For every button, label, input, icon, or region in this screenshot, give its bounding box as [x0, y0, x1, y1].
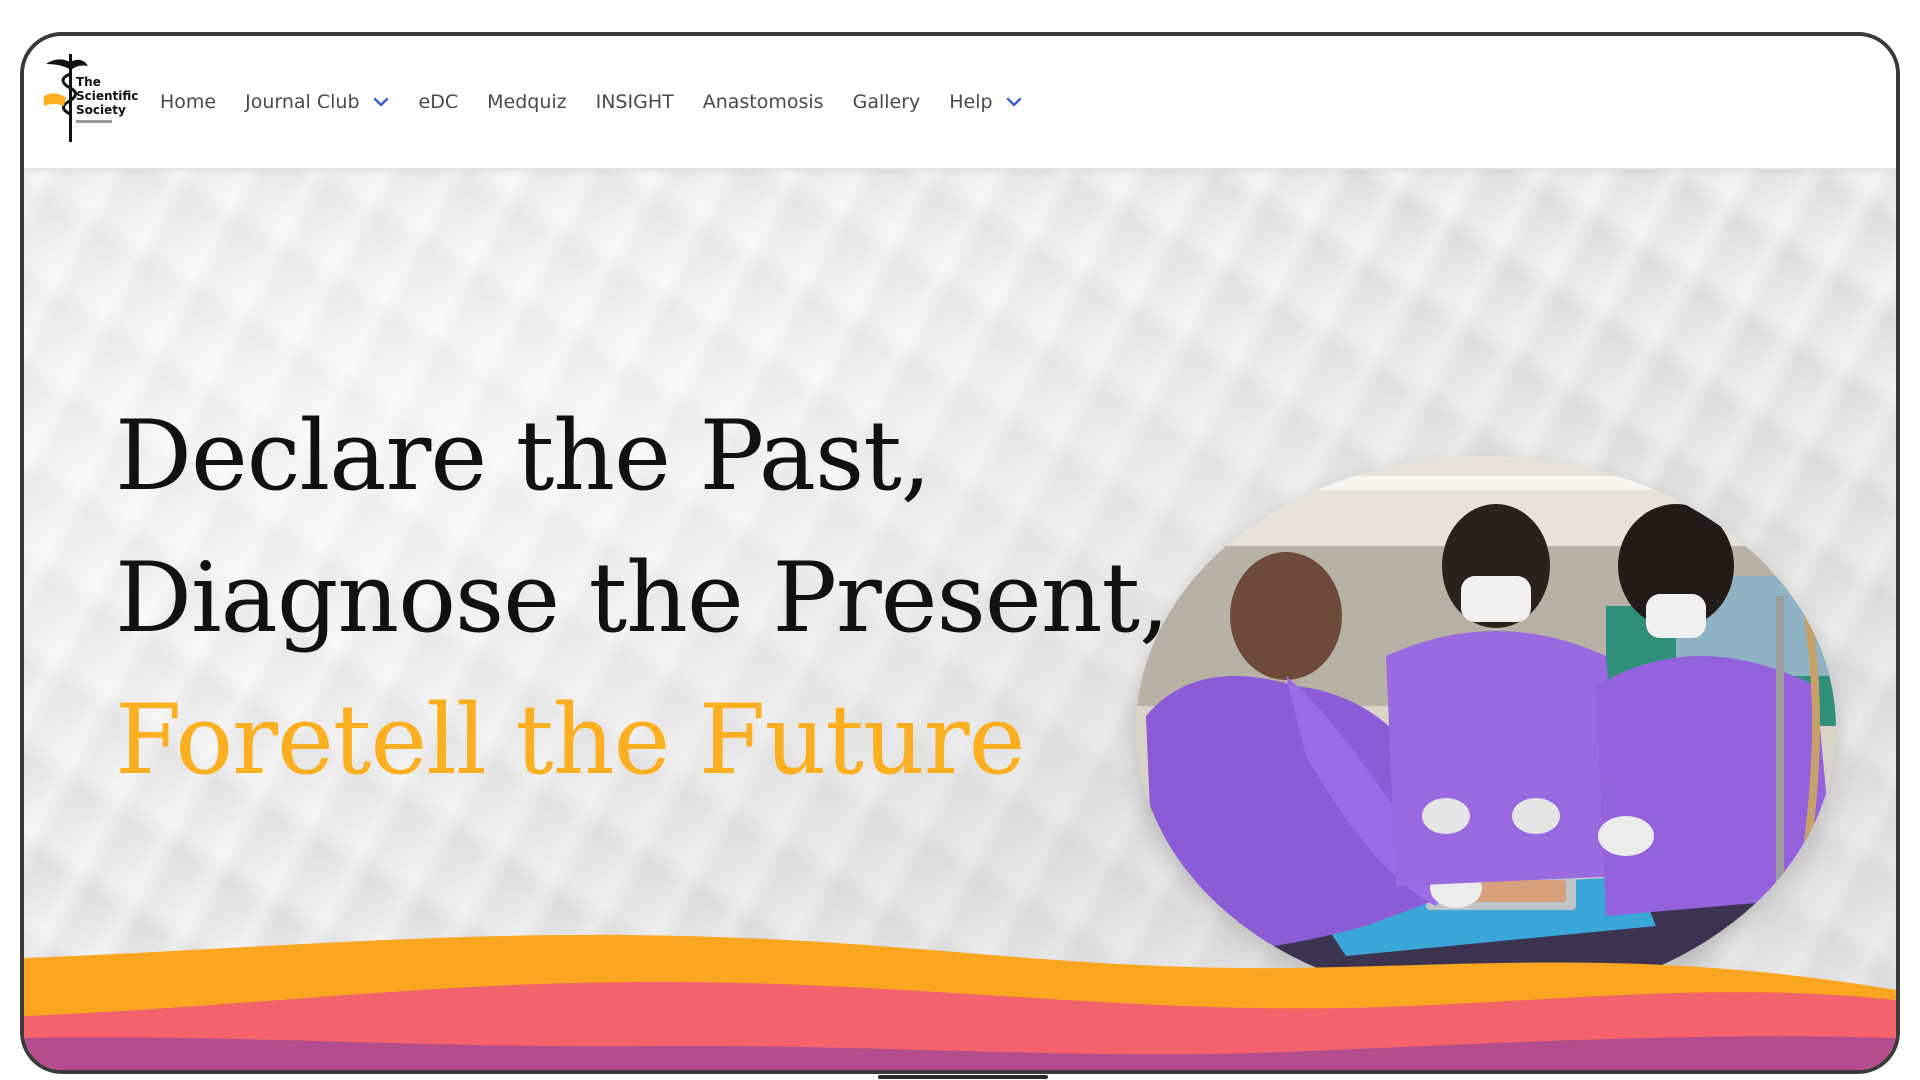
hero-line-3: Foretell the Future: [115, 684, 1025, 796]
nav-home[interactable]: Home: [160, 91, 216, 113]
scrollbar-indicator[interactable]: [878, 1075, 1048, 1079]
nav-anastomosis-label: Anastomosis: [702, 91, 824, 113]
nav-anastomosis[interactable]: Anastomosis: [703, 91, 824, 113]
navbar: The Scientific Society Home Journal Club…: [24, 36, 1896, 170]
hero-section: Declare the Past, Diagnose the Present, …: [24, 170, 1896, 1070]
browser-frame: The Scientific Society Home Journal Club…: [20, 32, 1900, 1074]
hero-line-2: Diagnose the Present,: [115, 542, 1170, 654]
nav-edc[interactable]: eDC: [419, 91, 459, 113]
nav-home-label: Home: [160, 91, 217, 113]
nav-medquiz-label: Medquiz: [487, 91, 567, 113]
logo-text-line2: Scientific: [76, 89, 138, 103]
logo-text-line3: Society: [76, 103, 126, 117]
nav-insight[interactable]: INSIGHT: [596, 91, 674, 113]
nav-edc-label: eDC: [418, 91, 459, 113]
chevron-down-icon[interactable]: [372, 93, 390, 111]
nav-help-label: Help: [949, 91, 993, 113]
hero-line-1: Declare the Past,: [115, 400, 931, 512]
nav-journal-club-label: Journal Club: [245, 91, 360, 113]
chevron-down-icon[interactable]: [1005, 93, 1023, 111]
nav-gallery-label: Gallery: [852, 91, 921, 113]
logo-text-line1: The: [76, 75, 101, 89]
nav-gallery[interactable]: Gallery: [853, 91, 921, 113]
decorative-waves: [24, 934, 1896, 1070]
nav-insight-label: INSIGHT: [595, 91, 674, 113]
nav-journal-club[interactable]: Journal Club: [245, 91, 389, 113]
nav-menu: Home Journal Club eDC Medquiz INSIGHT An…: [160, 36, 1052, 168]
site-logo[interactable]: The Scientific Society: [36, 50, 146, 146]
nav-medquiz[interactable]: Medquiz: [487, 91, 567, 113]
nav-help[interactable]: Help: [949, 91, 1022, 113]
